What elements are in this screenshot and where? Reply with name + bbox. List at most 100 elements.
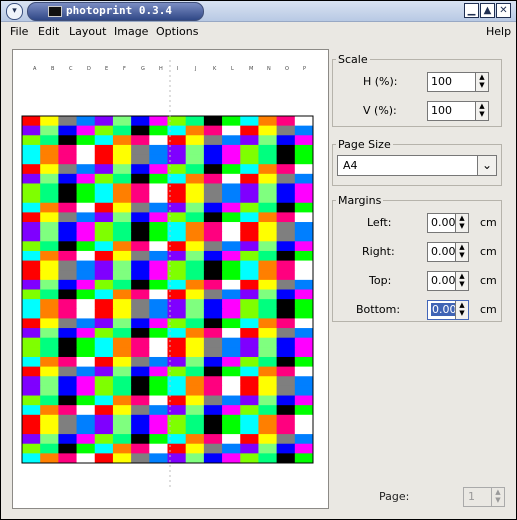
preview-swatch bbox=[112, 328, 132, 339]
menu-image[interactable]: Image bbox=[114, 25, 148, 38]
menu-help[interactable]: Help bbox=[486, 25, 511, 38]
top-margin-unit: cm bbox=[480, 274, 497, 287]
preview-swatch bbox=[240, 347, 259, 358]
preview-swatch bbox=[185, 183, 205, 194]
preview-swatch bbox=[112, 154, 132, 165]
preview-swatch bbox=[131, 424, 150, 435]
preview-swatch bbox=[222, 405, 241, 416]
preview-swatch bbox=[131, 443, 150, 454]
preview-swatch bbox=[149, 193, 168, 204]
preview-swatch bbox=[58, 328, 78, 339]
preview-swatch bbox=[258, 443, 278, 454]
preview-swatch bbox=[149, 434, 168, 445]
preview-swatch bbox=[240, 173, 259, 184]
menu-file[interactable]: File bbox=[10, 25, 28, 38]
menu-layout[interactable]: Layout bbox=[69, 25, 106, 38]
page-spinbox[interactable]: 1 ▲ ▼ bbox=[463, 487, 505, 507]
preview-swatch bbox=[203, 376, 223, 387]
left-margin-spinbox[interactable]: 0.00 ▲ ▼ bbox=[427, 213, 469, 233]
preview-swatch bbox=[294, 308, 314, 319]
preview-swatch bbox=[276, 250, 296, 262]
top-margin-spinbox[interactable]: 0.00 ▲ ▼ bbox=[427, 271, 469, 291]
preview-swatch bbox=[258, 154, 278, 165]
chevron-down-icon[interactable]: ⌄ bbox=[477, 156, 496, 175]
preview-swatch bbox=[131, 183, 150, 194]
preview-swatch bbox=[58, 193, 78, 204]
preview-swatch bbox=[240, 279, 259, 290]
minimize-icon[interactable]: ▁ bbox=[464, 3, 479, 18]
v-scale-stepper[interactable]: ▲ ▼ bbox=[475, 102, 488, 120]
preview-swatch bbox=[294, 231, 314, 242]
preview-swatch bbox=[185, 260, 205, 271]
right-margin-spinbox[interactable]: 0.00 ▲ ▼ bbox=[427, 242, 469, 262]
preview-swatch bbox=[240, 289, 259, 300]
page-size-title: Page Size bbox=[336, 138, 393, 151]
preview-swatch bbox=[276, 424, 296, 435]
preview-swatch bbox=[22, 289, 41, 300]
page-stepper[interactable]: ▲ ▼ bbox=[491, 488, 504, 506]
preview-swatch bbox=[294, 260, 314, 271]
preview-swatch bbox=[185, 299, 205, 310]
left-margin-stepper[interactable]: ▲ ▼ bbox=[455, 214, 468, 232]
preview-swatch bbox=[76, 385, 96, 397]
menu-options[interactable]: Options bbox=[156, 25, 198, 38]
preview-swatch bbox=[76, 202, 96, 213]
preview-swatch bbox=[276, 212, 296, 223]
preview-swatch bbox=[185, 144, 205, 156]
preview-swatch bbox=[112, 270, 132, 281]
preview-swatch bbox=[222, 308, 241, 319]
preview-swatch bbox=[22, 337, 41, 348]
preview-swatch bbox=[76, 193, 96, 204]
preview-swatch bbox=[94, 144, 114, 156]
bottom-margin-spinbox[interactable]: 0.00 ▲ ▼ bbox=[427, 300, 469, 320]
preview-swatch bbox=[149, 376, 168, 387]
menu-bar: File Edit Layout Image Options Help bbox=[1, 22, 516, 41]
preview-swatch bbox=[276, 376, 296, 387]
preview-swatch bbox=[40, 125, 59, 136]
preview-swatch bbox=[131, 173, 150, 184]
window-title-pill: photoprint 0.3.4 bbox=[27, 2, 204, 21]
preview-swatch bbox=[40, 135, 59, 146]
preview-swatch bbox=[76, 270, 96, 281]
preview-swatch bbox=[294, 183, 314, 194]
preview-swatch bbox=[58, 395, 78, 406]
preview-swatch bbox=[76, 308, 96, 319]
preview-swatch bbox=[58, 299, 78, 310]
page-size-dropdown[interactable]: A4 ⌄ bbox=[337, 155, 497, 176]
right-margin-stepper[interactable]: ▲ ▼ bbox=[455, 243, 468, 261]
preview-swatch bbox=[149, 424, 168, 435]
close-icon[interactable]: ✕ bbox=[496, 3, 511, 18]
bottom-margin-stepper[interactable]: ▲ ▼ bbox=[455, 301, 468, 319]
preview-swatch bbox=[222, 164, 241, 175]
preview-swatch bbox=[76, 405, 96, 416]
menu-edit[interactable]: Edit bbox=[38, 25, 59, 38]
preview-swatch bbox=[258, 212, 278, 223]
right-margin-unit: cm bbox=[480, 245, 497, 258]
preview-swatch bbox=[94, 434, 114, 445]
top-margin-label: Top: bbox=[369, 274, 392, 287]
preview-swatch bbox=[94, 222, 114, 233]
h-scale-spinbox[interactable]: 100 ▲ ▼ bbox=[427, 72, 489, 92]
preview-swatch bbox=[294, 434, 314, 445]
maximize-icon[interactable]: ▲ bbox=[480, 3, 495, 18]
top-margin-stepper[interactable]: ▲ ▼ bbox=[455, 272, 468, 290]
image-preview[interactable] bbox=[13, 50, 328, 508]
preview-swatch bbox=[94, 453, 114, 464]
preview-swatch bbox=[40, 212, 59, 223]
preview-swatch bbox=[131, 193, 150, 204]
preview-swatch bbox=[203, 125, 223, 136]
h-scale-stepper[interactable]: ▲ ▼ bbox=[475, 73, 488, 91]
preview-swatch bbox=[149, 241, 168, 252]
preview-swatch bbox=[149, 356, 168, 368]
preview-swatch bbox=[258, 395, 278, 406]
preview-swatch bbox=[149, 414, 168, 425]
window-menu-icon[interactable]: ▾ bbox=[6, 3, 23, 20]
preview-swatch bbox=[40, 116, 59, 127]
v-scale-spinbox[interactable]: 100 ▲ ▼ bbox=[427, 101, 489, 121]
preview-swatch bbox=[222, 328, 241, 339]
preview-swatch bbox=[40, 164, 59, 175]
preview-swatch bbox=[40, 279, 59, 290]
preview-swatch bbox=[294, 318, 314, 329]
preview-swatch bbox=[222, 366, 241, 377]
top-margin-value: 0.00 bbox=[431, 274, 456, 287]
